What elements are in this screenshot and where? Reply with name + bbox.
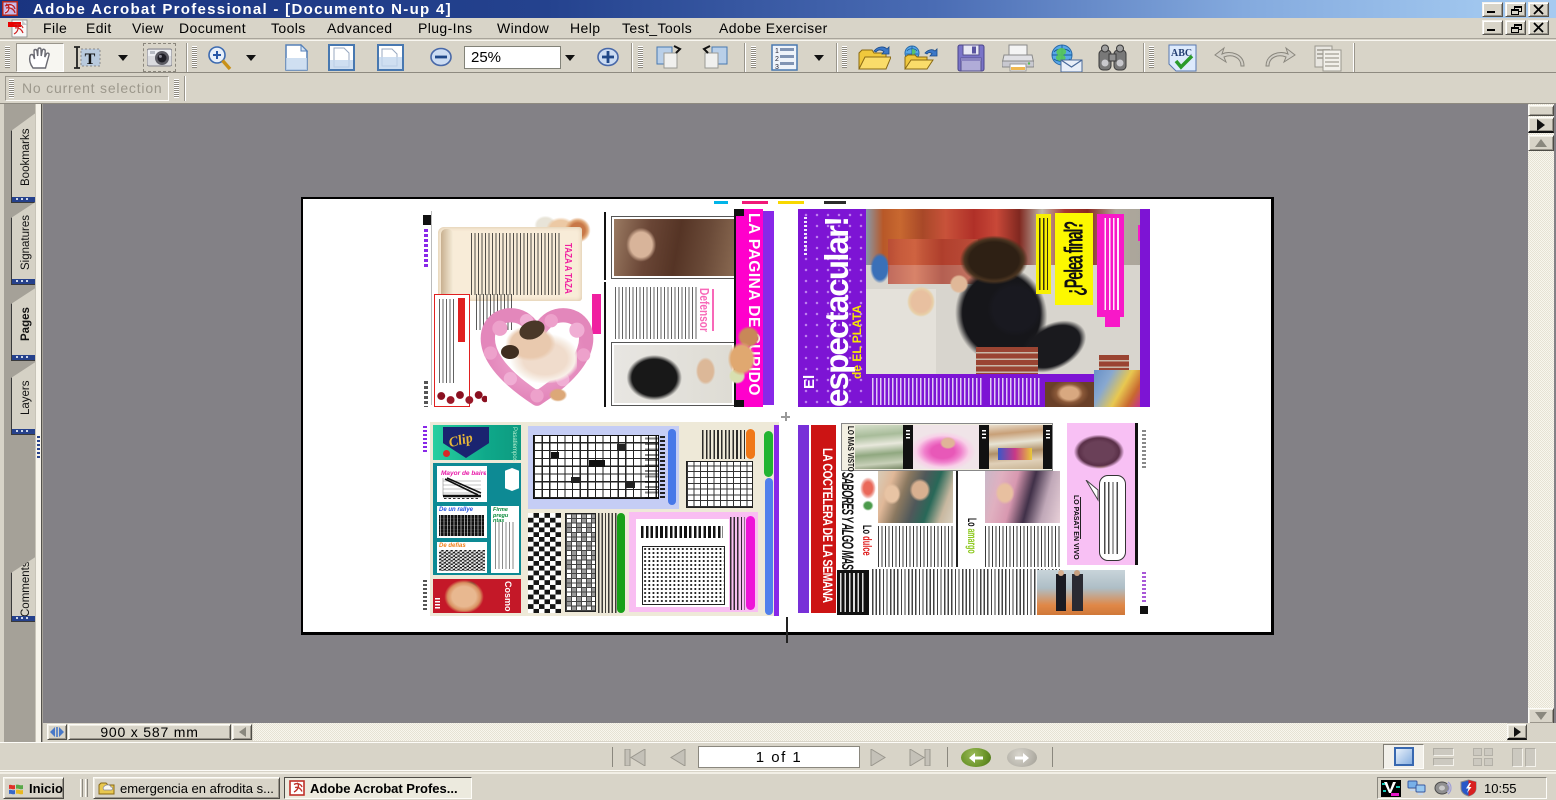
svg-text:3: 3 [775,64,779,71]
svg-text:T: T [85,51,96,68]
svg-text:Mayor de baires: Mayor de baires [441,470,486,477]
svg-text:2: 2 [775,56,779,63]
svg-text:1: 1 [775,48,779,55]
